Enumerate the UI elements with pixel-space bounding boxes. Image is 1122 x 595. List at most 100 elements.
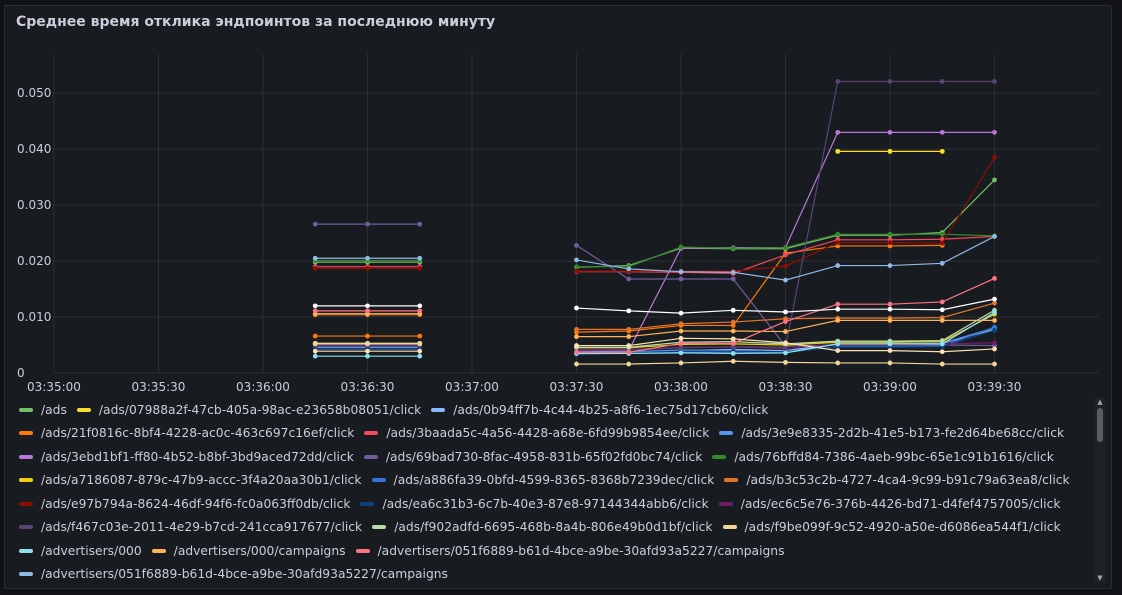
legend-item[interactable]: /ads/3ebd1bf1-ff80-4b52-b8bf-3bd9aced72d… (19, 450, 354, 464)
legend-label: /ads/f467c03e-2011-4e29-b7cd-241cca91767… (41, 520, 363, 535)
legend-row: /ads/21f0816c-8bf4-4228-ac0c-463c697c16e… (19, 422, 1095, 446)
legend-row: /ads/ads/07988a2f-47cb-405a-98ac-e23658b… (19, 398, 1095, 422)
legend-swatch (151, 548, 166, 553)
chart-panel: Среднее время отклика эндпоинтов за посл… (4, 5, 1112, 589)
legend-item[interactable]: /advertisers/000 (19, 544, 142, 558)
legend-item[interactable]: /advertisers/051f6889-b61d-4bce-a9be-30a… (19, 567, 448, 581)
y-tick-label: 0.040 (17, 142, 51, 156)
legend-item[interactable]: /ads/ea6c31b3-6c7b-40e3-87e8-97144344abb… (360, 496, 709, 511)
scroll-thumb[interactable] (1097, 408, 1103, 442)
legend-item[interactable]: /ads/f902adfd-6695-468b-8a4b-806e49b0d1b… (372, 520, 713, 534)
legend-item[interactable]: /ads/3baada5c-4a56-4428-a68e-6fd99b9854e… (364, 426, 709, 440)
x-tick-label: 03:36:30 (341, 380, 395, 394)
legend-swatch (719, 431, 734, 436)
legend-label: /ads (41, 402, 67, 417)
legend-swatch (363, 454, 378, 459)
legend-item[interactable]: /ads/a7186087-879c-47b9-accc-3f4a20aa30b… (19, 473, 362, 487)
legend-swatch (19, 407, 33, 412)
legend-item[interactable]: /ads/07988a2f-47cb-405a-98ac-e23658b0805… (76, 402, 422, 417)
legend-label: /advertisers/000/campaigns (173, 543, 346, 558)
series-line (576, 244, 943, 333)
legend-swatch (722, 525, 737, 530)
legend-row: /ads/e97b794a-8624-46df-94f6-fc0a063ff0d… (19, 492, 1095, 516)
legend-item[interactable]: /ads/f467c03e-2011-4e29-b7cd-241cca91767… (19, 520, 362, 534)
y-tick-label: 0.030 (17, 198, 51, 212)
legend-row: /advertisers/051f6889-b61d-4bce-a9be-30a… (19, 563, 1095, 583)
legend-label: /advertisers/000 (41, 543, 142, 558)
x-tick-label: 03:36:00 (236, 380, 290, 394)
y-tick-label: 0 (17, 366, 25, 380)
legend-label: /ads/b3c53c2b-4727-4ca4-9c99-b91c79a63ea… (746, 473, 1070, 488)
legend-item[interactable]: /ads/21f0816c-8bf4-4228-ac0c-463c697c16e… (19, 426, 354, 440)
scroll-down-icon[interactable]: ▼ (1095, 574, 1105, 582)
legend-label: /ads/ec6c5e76-376b-4426-bd71-d4fef475700… (740, 496, 1061, 511)
series[interactable] (312, 231, 997, 270)
legend-label: /ads/07988a2f-47cb-405a-98ac-e23658b0805… (98, 402, 422, 417)
legend-swatch (19, 548, 33, 553)
legend-swatch (76, 407, 91, 412)
legend-item[interactable]: /ads/e97b794a-8624-46df-94f6-fc0a063ff0d… (19, 497, 350, 511)
legend-label: /ads/76bffd84-7386-4aeb-99bc-65e1c91b161… (734, 449, 1054, 464)
legend-swatch (19, 454, 33, 459)
y-tick-label: 0.050 (17, 86, 51, 100)
legend-item[interactable]: /ads/76bffd84-7386-4aeb-99bc-65e1c91b161… (712, 450, 1054, 464)
legend: /ads/ads/07988a2f-47cb-405a-98ac-e23658b… (19, 398, 1095, 582)
legend-item[interactable]: /ads/b3c53c2b-4727-4ca4-9c99-b91c79a63ea… (724, 473, 1070, 488)
x-tick-label: 03:35:00 (27, 380, 81, 394)
legend-swatch (712, 454, 727, 459)
legend-swatch (19, 478, 33, 483)
legend-label: /ads/f9be099f-9c52-4920-a50e-d6086ea544f… (744, 520, 1061, 535)
x-tick-label: 03:37:30 (550, 380, 604, 394)
legend-label: /ads/a886fa39-0bfd-4599-8365-8368b7239de… (393, 473, 715, 488)
legend-swatch (372, 525, 387, 530)
x-tick-label: 03:39:30 (968, 380, 1022, 394)
legend-label: /ads/3ebd1bf1-ff80-4b52-b8bf-3bd9aced72d… (41, 449, 354, 464)
legend-row: /ads/3ebd1bf1-ff80-4b52-b8bf-3bd9aced72d… (19, 445, 1095, 469)
legend-swatch (19, 501, 33, 506)
legend-item[interactable]: /ads/69bad730-8fac-4958-831b-65f02fd0bc7… (363, 449, 703, 464)
legend-item[interactable]: /ads/a886fa39-0bfd-4599-8365-8368b7239de… (371, 473, 715, 488)
series[interactable] (835, 148, 945, 154)
x-tick-label: 03:35:30 (132, 380, 186, 394)
legend-label: /ads/ea6c31b3-6c7b-40e3-87e8-97144344abb… (382, 496, 709, 511)
legend-label: /ads/3e9e8335-2d2b-41e5-b173-fe2d64be68c… (741, 426, 1065, 441)
legend-item[interactable]: /ads/0b94ff7b-4c44-4b25-a8f6-1ec75d17cb6… (431, 403, 768, 417)
x-tick-label: 03:39:00 (863, 380, 917, 394)
legend-swatch (431, 407, 446, 412)
y-tick-label: 0.010 (17, 310, 51, 324)
legend-swatch (371, 478, 386, 483)
legend-swatch (19, 525, 33, 530)
legend-swatch (724, 478, 739, 483)
legend-item[interactable]: /ads/ec6c5e76-376b-4426-bd71-d4fef475700… (718, 496, 1061, 511)
legend-item[interactable]: /ads/f9be099f-9c52-4920-a50e-d6086ea544f… (722, 520, 1061, 535)
legend-scrollbar[interactable]: ▲ ▼ (1095, 398, 1105, 582)
legend-swatch (364, 431, 379, 436)
scroll-up-icon[interactable]: ▲ (1095, 398, 1105, 406)
series[interactable] (312, 155, 997, 274)
legend-label: /ads/a7186087-879c-47b9-accc-3f4a20aa30b… (41, 473, 362, 488)
legend-swatch (19, 431, 33, 436)
legend-label: /ads/69bad730-8fac-4958-831b-65f02fd0bc7… (385, 449, 703, 464)
x-tick-label: 03:38:30 (759, 380, 813, 394)
series[interactable] (312, 311, 997, 340)
legend-row: /ads/a7186087-879c-47b9-accc-3f4a20aa30b… (19, 469, 1095, 493)
series[interactable] (312, 234, 997, 283)
series[interactable] (312, 221, 997, 349)
legend-row: /ads/f467c03e-2011-4e29-b7cd-241cca91767… (19, 516, 1095, 540)
legend-label: /advertisers/051f6889-b61d-4bce-a9be-30a… (41, 567, 448, 582)
series[interactable] (312, 234, 997, 276)
line-chart: 03:35:00 03:35:30 03:36:00 03:36:30 03:37:00… (17, 54, 1099, 394)
legend-label: /advertisers/051f6889-b61d-4bce-a9be-30a… (377, 543, 785, 558)
x-tick-label: 03:37:00 (445, 380, 499, 394)
legend-item[interactable]: /advertisers/051f6889-b61d-4bce-a9be-30a… (355, 543, 785, 558)
legend-item[interactable]: /ads/3e9e8335-2d2b-41e5-b173-fe2d64be68c… (719, 426, 1064, 440)
legend-item[interactable]: /ads (19, 403, 67, 417)
legend-label: /ads/3baada5c-4a56-4428-a68e-6fd99b9854e… (386, 426, 710, 441)
legend-swatch (355, 548, 370, 553)
legend-label: /ads/21f0816c-8bf4-4228-ac0c-463c697c16e… (41, 426, 355, 441)
x-tick-label: 03:38:00 (654, 380, 708, 394)
legend-swatch (360, 501, 375, 506)
series[interactable] (312, 243, 945, 339)
legend-item[interactable]: /advertisers/000/campaigns (151, 543, 346, 558)
legend-label: /ads/0b94ff7b-4c44-4b25-a8f6-1ec75d17cb6… (453, 402, 769, 417)
